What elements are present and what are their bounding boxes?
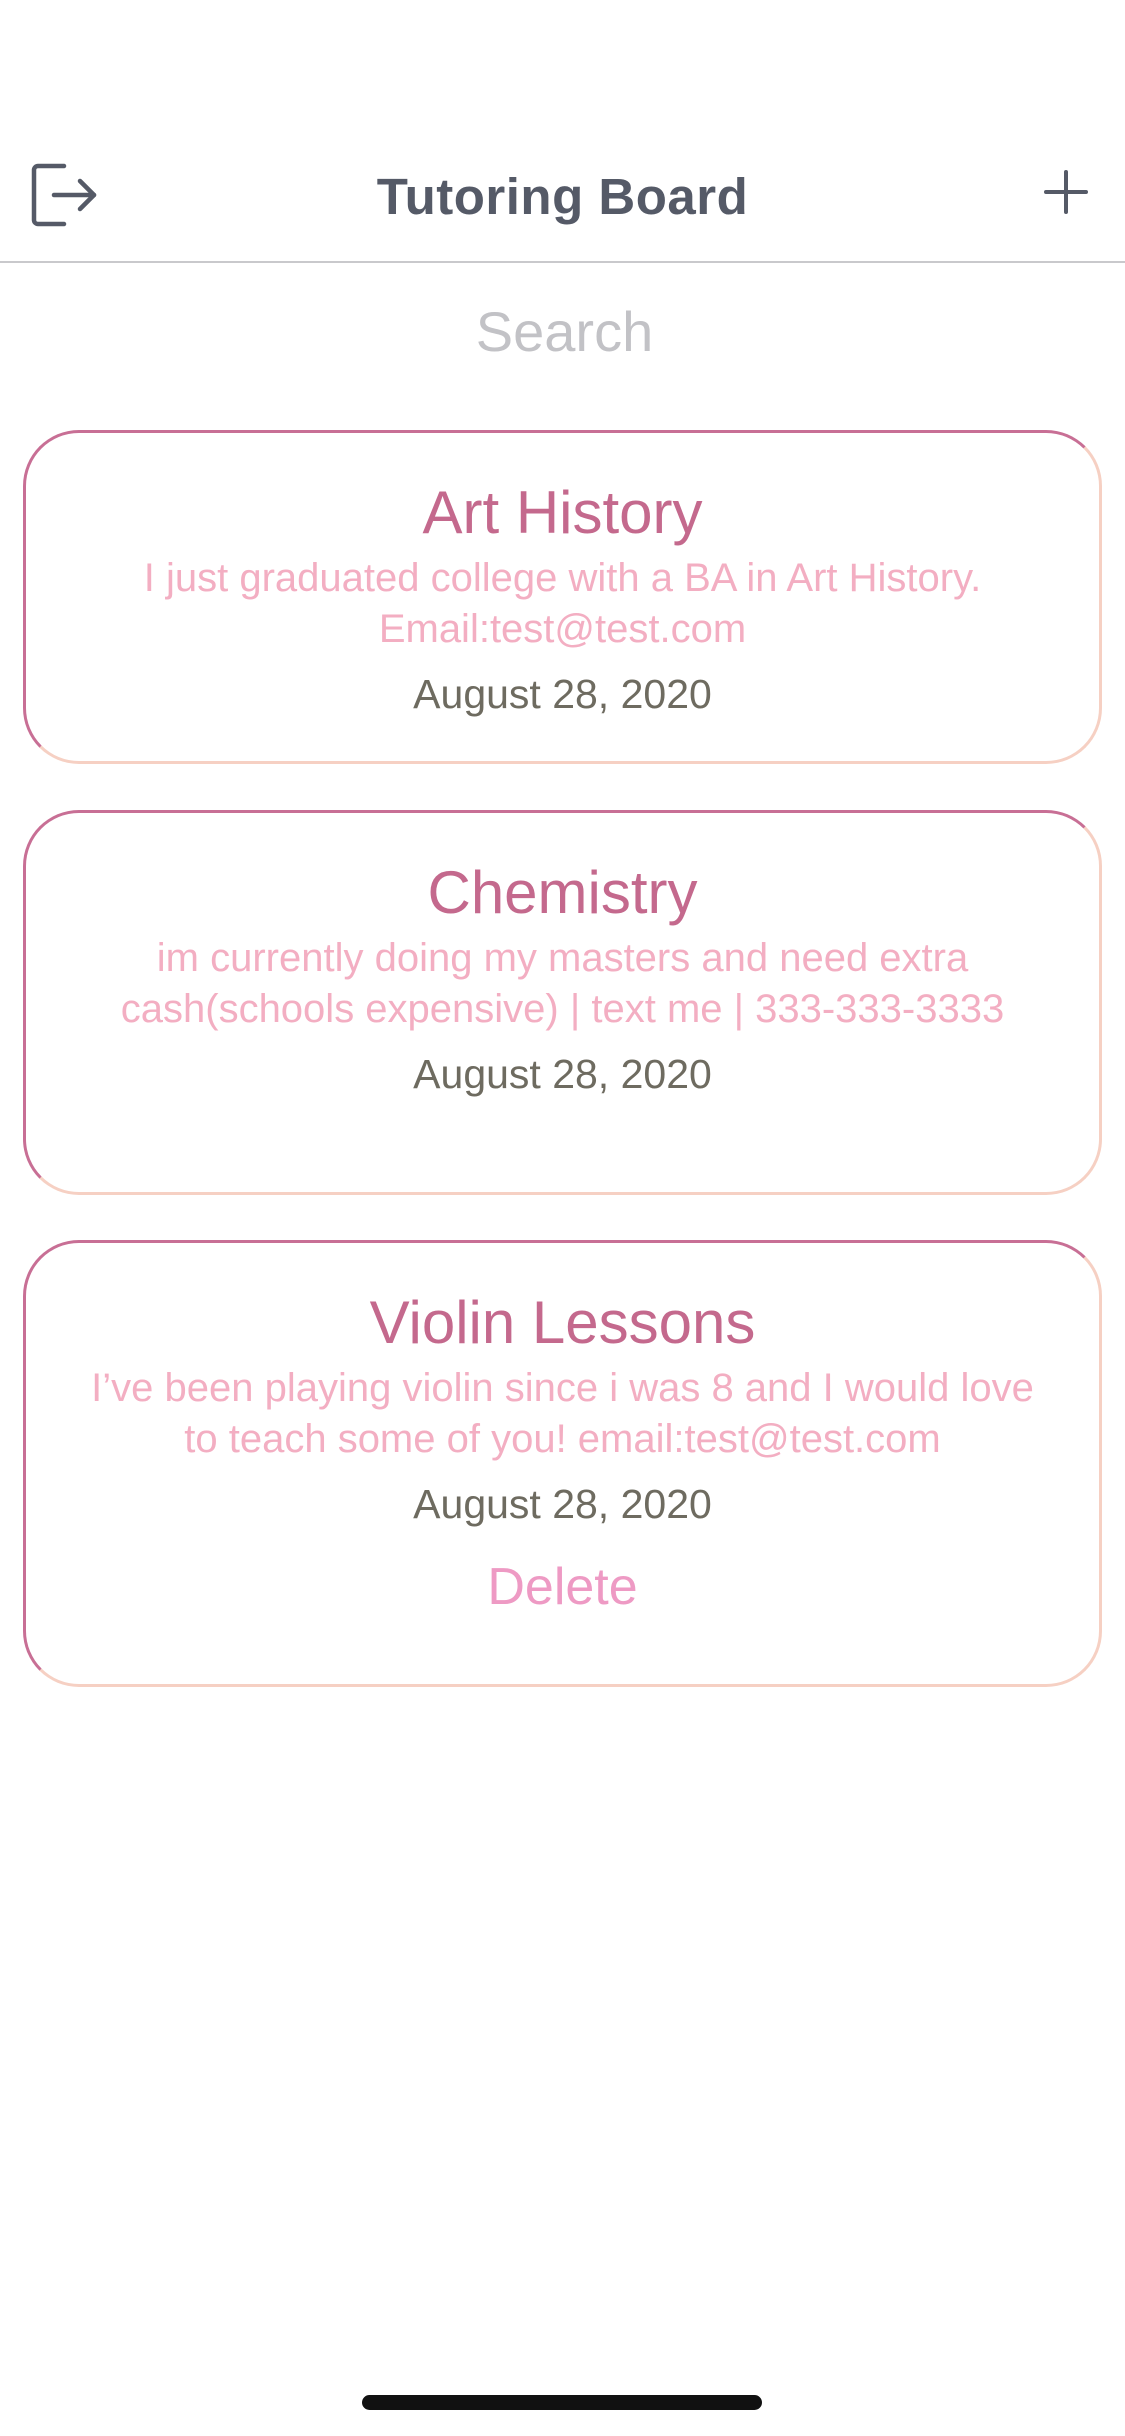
delete-button[interactable]: Delete xyxy=(487,1557,637,1617)
post-description: im currently doing my masters and need e… xyxy=(120,936,1005,1031)
post-date: August 28, 2020 xyxy=(413,1051,712,1097)
post-title: Art History xyxy=(422,479,703,546)
post-card[interactable]: Violin Lessons I’ve been playing violin … xyxy=(23,1240,1102,1687)
post-card[interactable]: Art History I just graduated college wit… xyxy=(23,430,1102,764)
post-title: Chemistry xyxy=(427,859,698,926)
nav-header: Tutoring Board xyxy=(0,130,1125,263)
post-date: August 28, 2020 xyxy=(413,1481,712,1527)
post-title: Violin Lessons xyxy=(369,1289,756,1356)
post-description: I’ve been playing violin since i was 8 a… xyxy=(91,1366,1034,1461)
search-input[interactable] xyxy=(0,290,1125,372)
post-description: I just graduated college with a BA in Ar… xyxy=(143,556,982,651)
home-indicator[interactable] xyxy=(362,2395,762,2410)
post-date: August 28, 2020 xyxy=(413,671,712,717)
plus-icon xyxy=(1044,170,1088,214)
post-card[interactable]: Chemistry im currently doing my masters … xyxy=(23,810,1102,1195)
page-title: Tutoring Board xyxy=(376,168,749,225)
add-post-button[interactable] xyxy=(1035,160,1097,222)
